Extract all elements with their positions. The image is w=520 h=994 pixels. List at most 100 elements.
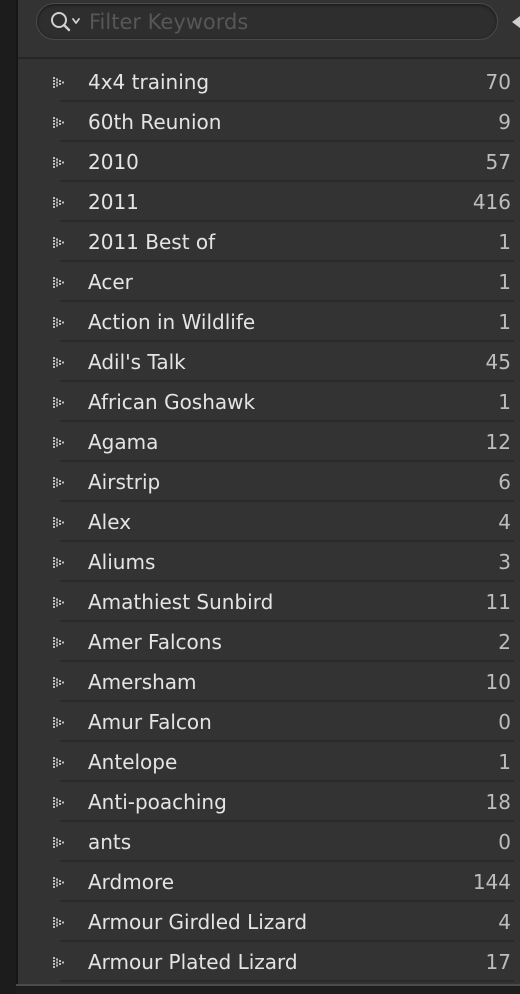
dotted-triangle-right-icon[interactable] bbox=[52, 515, 70, 529]
keyword-row[interactable]: 2010 57 bbox=[18, 142, 520, 182]
dotted-triangle-right-icon[interactable] bbox=[52, 155, 70, 169]
keyword-label: Agama bbox=[88, 430, 159, 454]
keyword-row[interactable]: Armour Plated Lizard 17 bbox=[18, 942, 520, 982]
keyword-count: 10 bbox=[485, 670, 511, 694]
keyword-label: ants bbox=[88, 830, 132, 854]
keyword-count: 57 bbox=[485, 150, 511, 174]
keyword-label: 60th Reunion bbox=[88, 110, 222, 134]
keyword-count: 18 bbox=[485, 790, 511, 814]
dotted-triangle-right-icon[interactable] bbox=[52, 635, 70, 649]
keyword-row[interactable]: Action in Wildlife 1 bbox=[18, 302, 520, 342]
keyword-row[interactable]: Airstrip 6 bbox=[18, 462, 520, 502]
keyword-count: 4 bbox=[498, 510, 511, 534]
dotted-triangle-right-icon[interactable] bbox=[52, 435, 70, 449]
keyword-count: 11 bbox=[485, 590, 511, 614]
dotted-triangle-right-icon[interactable] bbox=[52, 955, 70, 969]
panel-bottom-edge bbox=[16, 984, 520, 994]
keyword-label: Armour Plated Lizard bbox=[88, 950, 298, 974]
keyword-row[interactable]: Agama 12 bbox=[18, 422, 520, 462]
keyword-row[interactable]: African Goshawk 1 bbox=[18, 382, 520, 422]
dotted-triangle-right-icon[interactable] bbox=[52, 195, 70, 209]
dotted-triangle-right-icon[interactable] bbox=[52, 75, 70, 89]
keyword-row[interactable]: 4x4 training 70 bbox=[18, 62, 520, 102]
keyword-row[interactable]: Amur Falcon 0 bbox=[18, 702, 520, 742]
keyword-label: Amer Falcons bbox=[88, 630, 222, 654]
keyword-row[interactable]: Adil's Talk 45 bbox=[18, 342, 520, 382]
keyword-count: 45 bbox=[485, 350, 511, 374]
dotted-triangle-right-icon[interactable] bbox=[52, 835, 70, 849]
keyword-count: 12 bbox=[485, 430, 511, 454]
keyword-row[interactable]: Armour Girdled Lizard 4 bbox=[18, 902, 520, 942]
keyword-label: Armour Girdled Lizard bbox=[88, 910, 308, 934]
row-separator bbox=[60, 980, 514, 982]
keyword-label: Amathiest Sunbird bbox=[88, 590, 274, 614]
dotted-triangle-right-icon[interactable] bbox=[52, 915, 70, 929]
triangle-left-icon[interactable] bbox=[510, 14, 520, 28]
keyword-label: 2011 Best of bbox=[88, 230, 216, 254]
keyword-label: Adil's Talk bbox=[88, 350, 186, 374]
keyword-list-panel: 4x4 training 70 60th Reunion bbox=[0, 0, 520, 994]
keyword-count: 1 bbox=[498, 230, 511, 254]
keyword-count: 144 bbox=[472, 870, 511, 894]
dotted-triangle-right-icon[interactable] bbox=[52, 475, 70, 489]
keyword-row[interactable]: Acer 1 bbox=[18, 262, 520, 302]
keyword-count: 416 bbox=[472, 190, 511, 214]
dotted-triangle-right-icon[interactable] bbox=[52, 875, 70, 889]
keyword-row[interactable]: Amersham 10 bbox=[18, 662, 520, 702]
keyword-label: African Goshawk bbox=[88, 390, 256, 414]
keyword-label: Amur Falcon bbox=[88, 710, 212, 734]
keyword-label: Action in Wildlife bbox=[88, 310, 256, 334]
dotted-triangle-right-icon[interactable] bbox=[52, 315, 70, 329]
keyword-label: 2010 bbox=[88, 150, 139, 174]
keyword-row[interactable]: Amer Falcons 2 bbox=[18, 622, 520, 662]
dotted-triangle-right-icon[interactable] bbox=[52, 115, 70, 129]
keyword-count: 0 bbox=[498, 710, 511, 734]
keyword-row[interactable]: 2011 416 bbox=[18, 182, 520, 222]
filter-divider bbox=[18, 57, 520, 59]
dotted-triangle-right-icon[interactable] bbox=[52, 275, 70, 289]
dotted-triangle-right-icon[interactable] bbox=[52, 795, 70, 809]
keyword-label: Amersham bbox=[88, 670, 197, 694]
keyword-label: 4x4 training bbox=[88, 70, 210, 94]
keyword-count: 1 bbox=[498, 270, 511, 294]
keyword-label: Airstrip bbox=[88, 470, 161, 494]
dotted-triangle-right-icon[interactable] bbox=[52, 395, 70, 409]
keyword-list: 4x4 training 70 60th Reunion 9 2010 57 2… bbox=[18, 62, 520, 982]
keyword-row[interactable]: Alex 4 bbox=[18, 502, 520, 542]
keyword-count: 2 bbox=[498, 630, 511, 654]
left-edge bbox=[0, 0, 16, 994]
filter-keywords-input[interactable] bbox=[89, 6, 489, 38]
dotted-triangle-right-icon[interactable] bbox=[52, 235, 70, 249]
keyword-row[interactable]: Aliums 3 bbox=[18, 542, 520, 582]
keyword-row[interactable]: Anti-poaching 18 bbox=[18, 782, 520, 822]
keyword-count: 9 bbox=[498, 110, 511, 134]
keyword-count: 3 bbox=[498, 550, 511, 574]
dotted-triangle-right-icon[interactable] bbox=[52, 355, 70, 369]
keyword-count: 1 bbox=[498, 390, 511, 414]
keyword-row[interactable]: Amathiest Sunbird 11 bbox=[18, 582, 520, 622]
filter-keywords-box[interactable] bbox=[36, 3, 498, 40]
dotted-triangle-right-icon[interactable] bbox=[52, 755, 70, 769]
dotted-triangle-right-icon[interactable] bbox=[52, 595, 70, 609]
keyword-count: 0 bbox=[498, 830, 511, 854]
keyword-row[interactable]: ants 0 bbox=[18, 822, 520, 862]
keyword-label: Acer bbox=[88, 270, 133, 294]
dotted-triangle-right-icon[interactable] bbox=[52, 715, 70, 729]
keyword-filter-bar bbox=[18, 0, 520, 58]
keyword-row[interactable]: 2011 Best of 1 bbox=[18, 222, 520, 262]
dotted-triangle-right-icon[interactable] bbox=[52, 675, 70, 689]
keyword-count: 1 bbox=[498, 750, 511, 774]
keyword-row[interactable]: Ardmore 144 bbox=[18, 862, 520, 902]
keyword-label: Ardmore bbox=[88, 870, 175, 894]
keyword-label: Antelope bbox=[88, 750, 178, 774]
keyword-count: 6 bbox=[498, 470, 511, 494]
dotted-triangle-right-icon[interactable] bbox=[52, 555, 70, 569]
keyword-count: 17 bbox=[485, 950, 511, 974]
search-icon[interactable] bbox=[49, 10, 85, 34]
keyword-count: 70 bbox=[485, 70, 511, 94]
keyword-count: 4 bbox=[498, 910, 511, 934]
keyword-label: Aliums bbox=[88, 550, 156, 574]
keyword-row[interactable]: Antelope 1 bbox=[18, 742, 520, 782]
keyword-row[interactable]: 60th Reunion 9 bbox=[18, 102, 520, 142]
keyword-count: 1 bbox=[498, 310, 511, 334]
